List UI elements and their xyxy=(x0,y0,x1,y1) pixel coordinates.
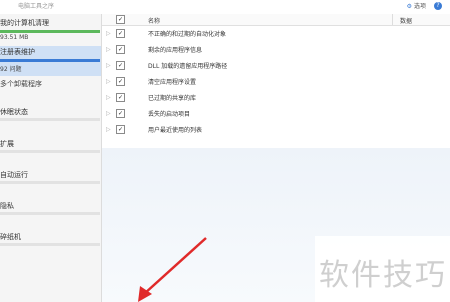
column-data[interactable]: 数据 xyxy=(400,16,412,25)
progress-fill xyxy=(0,30,100,33)
table-row[interactable]: ▷ ✓ 不正确的和过期的自动化对象 xyxy=(102,26,450,41)
row-label: 用户最近使用的列表 xyxy=(148,127,203,134)
expand-icon[interactable]: ▷ xyxy=(106,30,111,37)
watermark-text: 软件技巧 xyxy=(319,258,447,293)
progress-bar xyxy=(0,212,100,215)
row-checkbox[interactable]: ✓ xyxy=(116,93,125,102)
sidebar-item-computer-cleanup[interactable]: 我的计算机清理 93.51 MB xyxy=(0,16,101,41)
options-label: 选项 xyxy=(413,3,426,10)
gear-icon: ⚙ xyxy=(406,3,412,10)
title-bar: 电脑工具之序 ⚙ 选项 ? xyxy=(0,0,450,15)
row-label: 剩余的应用程序信息 xyxy=(148,47,203,54)
sidebar-item-label: 注册表维护 xyxy=(0,48,35,56)
table-header: ✓ 名称 数据 xyxy=(102,14,450,26)
row-checkbox[interactable]: ✓ xyxy=(116,125,125,134)
sidebar-item-size: 93.51 MB xyxy=(0,34,29,41)
row-label: 清空应用程序设置 xyxy=(148,79,197,86)
row-label: 丢失的启动项目 xyxy=(148,111,191,118)
sidebar-item-label: 扩展 xyxy=(0,140,14,148)
expand-icon[interactable]: ▷ xyxy=(106,94,111,101)
table-row[interactable]: ▷ ✓ 丢失的启动项目 xyxy=(102,106,450,121)
table-row[interactable]: ▷ ✓ 已过期的共享的库 xyxy=(102,90,450,105)
app-title: 电脑工具之序 xyxy=(18,3,55,10)
progress-bar xyxy=(0,30,100,33)
progress-bar xyxy=(0,118,100,121)
sidebar-item-label: 自动运行 xyxy=(0,171,28,179)
sidebar-item-registry[interactable]: 注册表维护 92 问题 xyxy=(0,46,101,76)
sidebar-item-privacy[interactable]: 隐私 xyxy=(0,200,101,216)
table-row[interactable]: ▷ ✓ 清空应用程序设置 xyxy=(102,74,450,89)
expand-icon[interactable]: ▷ xyxy=(106,110,111,117)
sidebar-item-label: 我的计算机清理 xyxy=(0,19,49,27)
progress-bar xyxy=(0,150,100,153)
expand-icon[interactable]: ▷ xyxy=(106,46,111,53)
sidebar: 我的计算机清理 93.51 MB 注册表维护 92 问题 多个卸载程序 休眠状态… xyxy=(0,14,102,302)
options-button[interactable]: ⚙ 选项 xyxy=(407,1,426,10)
expand-icon[interactable]: ▷ xyxy=(106,62,111,69)
expand-icon[interactable]: ▷ xyxy=(106,78,111,85)
expand-icon[interactable]: ▷ xyxy=(106,126,111,133)
column-divider[interactable] xyxy=(392,14,393,25)
sidebar-item-label: 隐私 xyxy=(0,202,14,210)
row-label: 不正确的和过期的自动化对象 xyxy=(148,31,227,38)
column-name[interactable]: 名称 xyxy=(148,16,160,25)
red-arrow-annotation xyxy=(138,237,207,302)
table-row[interactable]: ▷ ✓ DLL 加载的遗留应用程序路径 xyxy=(102,58,450,73)
row-label: DLL 加载的遗留应用程序路径 xyxy=(148,63,228,70)
sidebar-item-extensions[interactable]: 扩展 xyxy=(0,138,101,154)
row-checkbox[interactable]: ✓ xyxy=(116,45,125,54)
sidebar-item-issues: 92 问题 xyxy=(0,66,22,73)
row-checkbox[interactable]: ✓ xyxy=(116,29,125,38)
progress-bar xyxy=(0,243,100,246)
sidebar-item-autorun[interactable]: 自动运行 xyxy=(0,169,101,185)
table-row[interactable]: ▷ ✓ 用户最近使用的列表 xyxy=(102,122,450,137)
progress-bar xyxy=(0,59,100,62)
arrow-shaft xyxy=(143,237,207,295)
table-row[interactable]: ▷ ✓ 剩余的应用程序信息 xyxy=(102,42,450,57)
row-checkbox[interactable]: ✓ xyxy=(116,109,125,118)
sidebar-item-label: 休眠状态 xyxy=(0,108,28,116)
sidebar-item-hibernate[interactable]: 休眠状态 xyxy=(0,106,101,122)
select-all-checkbox[interactable]: ✓ xyxy=(116,15,125,24)
progress-bar xyxy=(0,181,100,184)
help-icon[interactable]: ? xyxy=(434,2,442,10)
sidebar-item-shredder[interactable]: 碎纸机 xyxy=(0,231,101,247)
row-label: 已过期的共享的库 xyxy=(148,95,197,102)
watermark: 软件技巧 xyxy=(315,236,450,302)
row-checkbox[interactable]: ✓ xyxy=(116,77,125,86)
sidebar-item-uninstall[interactable]: 多个卸载程序 xyxy=(0,79,42,89)
progress-fill xyxy=(0,59,100,62)
row-checkbox[interactable]: ✓ xyxy=(116,61,125,70)
sidebar-item-label: 碎纸机 xyxy=(0,233,21,241)
